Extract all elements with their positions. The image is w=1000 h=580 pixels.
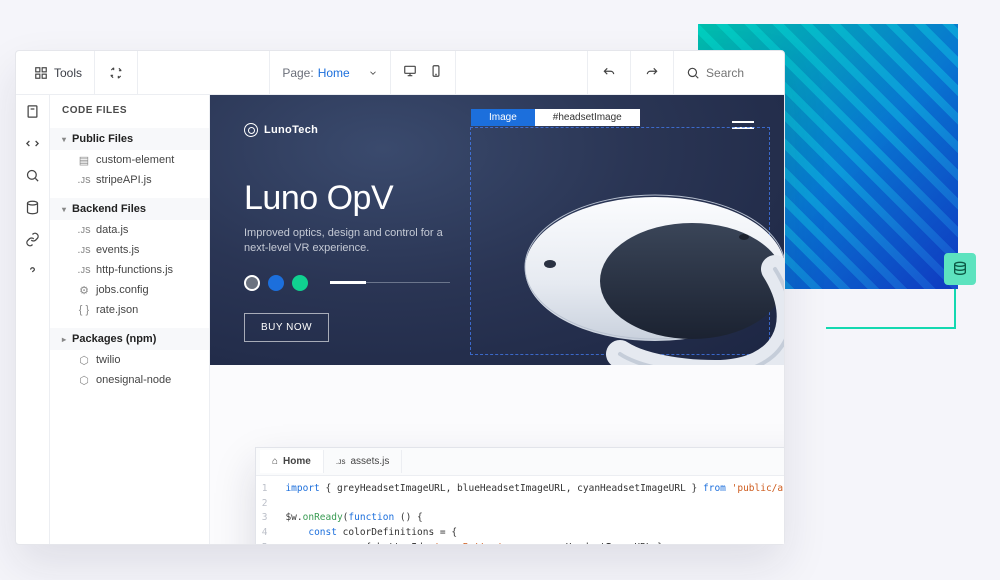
package-icon: ⬡ [78, 354, 90, 366]
logo-mark-icon [244, 123, 258, 137]
code-editor[interactable]: 12345678910111213 import { greyHeadsetIm… [256, 476, 784, 544]
rail-help-icon[interactable] [25, 263, 41, 279]
undo-button[interactable] [588, 51, 631, 94]
site-preview: LunoTech Luno OpV Improved optics, desig… [210, 95, 784, 365]
sidebar-heading-packages[interactable]: Packages (npm) [50, 328, 209, 350]
left-rail [16, 95, 50, 544]
canvas-area: LunoTech Luno OpV Improved optics, desig… [210, 95, 784, 544]
sidebar-heading-backend[interactable]: Backend Files [50, 198, 209, 220]
selection-tabs: Image #headsetImage [471, 109, 640, 126]
layout-icon [34, 66, 48, 80]
search-icon [686, 66, 700, 80]
device-switcher [391, 51, 456, 94]
brand-name: LunoTech [264, 124, 318, 136]
search-block[interactable] [674, 51, 778, 94]
selection-tab-id[interactable]: #headsetImage [535, 109, 640, 126]
desktop-device-button[interactable] [403, 64, 417, 81]
search-input[interactable] [706, 66, 766, 80]
sidebar-section-public: Public Files ▤custom-element .ᴊsstripeAP… [50, 124, 209, 194]
swatch-cyan[interactable] [292, 275, 308, 291]
tools-button[interactable]: Tools [22, 51, 95, 94]
rail-code-icon[interactable] [25, 135, 41, 151]
file-item[interactable]: .ᴊsevents.js [50, 240, 209, 260]
page-label: Page: [282, 66, 313, 80]
code-text: import { greyHeadsetImageURL, blueHeadse… [275, 476, 784, 544]
redo-button[interactable] [631, 51, 674, 94]
selection-frame[interactable]: Image #headsetImage [470, 127, 770, 355]
sidebar-heading-public[interactable]: Public Files [50, 128, 209, 150]
decor-connector-line [826, 289, 956, 329]
code-panel: ⌂ Home .ᴊs assets.js ◫ ⤢ ⋮ 1234567891011… [255, 447, 784, 544]
code-tabs: ⌂ Home .ᴊs assets.js ◫ ⤢ ⋮ [256, 448, 784, 476]
toolbar-spacer-2 [456, 51, 588, 94]
hero-subtitle: Improved optics, design and control for … [244, 226, 444, 257]
file-item[interactable]: .ᴊsstripeAPI.js [50, 170, 209, 190]
file-item[interactable]: .ᴊsdata.js [50, 220, 209, 240]
top-toolbar: Tools Page: Home [16, 51, 784, 95]
package-icon: ⬡ [78, 374, 90, 386]
rail-database-icon[interactable] [25, 199, 41, 215]
file-item[interactable]: ⬡onesignal-node [50, 370, 209, 390]
code-tab-assets[interactable]: .ᴊs assets.js [324, 450, 403, 473]
selection-tab-type[interactable]: Image [471, 109, 535, 126]
line-gutter: 12345678910111213 [256, 476, 275, 544]
database-icon [952, 261, 968, 277]
rail-link-icon[interactable] [25, 231, 41, 247]
file-item[interactable]: ⬡twilio [50, 350, 209, 370]
collapse-button[interactable] [95, 51, 138, 94]
rail-pages-icon[interactable] [25, 103, 41, 119]
js-icon: .ᴊs [78, 264, 90, 276]
json-icon: { } [78, 304, 90, 316]
undo-icon [602, 66, 616, 80]
sidebar-section-packages: Packages (npm) ⬡twilio ⬡onesignal-node [50, 324, 209, 394]
js-icon: .ᴊs [78, 244, 90, 256]
swatch-blue[interactable] [268, 275, 284, 291]
js-icon: .ᴊs [78, 174, 90, 186]
code-files-sidebar: CODE FILES Public Files ▤custom-element … [50, 95, 210, 544]
chevron-down-icon [368, 68, 378, 78]
page-icon: ▤ [78, 154, 90, 166]
file-item[interactable]: ▤custom-element [50, 150, 209, 170]
editor-window: Tools Page: Home [15, 50, 785, 545]
database-marker[interactable] [944, 253, 976, 285]
rail-search-icon[interactable] [25, 167, 41, 183]
file-item[interactable]: .ᴊshttp-functions.js [50, 260, 209, 280]
buy-button[interactable]: BUY NOW [244, 313, 329, 342]
redo-icon [645, 66, 659, 80]
tools-label: Tools [54, 66, 82, 80]
home-icon: ⌂ [272, 456, 278, 467]
workarea: CODE FILES Public Files ▤custom-element … [16, 95, 784, 544]
toolbar-spacer [138, 51, 270, 94]
collapse-icon [109, 66, 123, 80]
js-icon: .ᴊs [78, 224, 90, 236]
swatch-grey[interactable] [244, 275, 260, 291]
sidebar-section-backend: Backend Files .ᴊsdata.js .ᴊsevents.js .ᴊ… [50, 194, 209, 324]
page-value: Home [318, 66, 350, 80]
code-tab-home[interactable]: ⌂ Home [260, 450, 324, 473]
mobile-device-button[interactable] [429, 64, 443, 81]
progress-slider[interactable] [330, 282, 450, 283]
js-icon: .ᴊs [336, 457, 346, 466]
page-selector[interactable]: Page: Home [270, 51, 390, 94]
file-item[interactable]: { }rate.json [50, 300, 209, 320]
sidebar-title: CODE FILES [50, 105, 209, 124]
gear-icon: ⚙ [78, 284, 90, 296]
file-item[interactable]: ⚙jobs.config [50, 280, 209, 300]
